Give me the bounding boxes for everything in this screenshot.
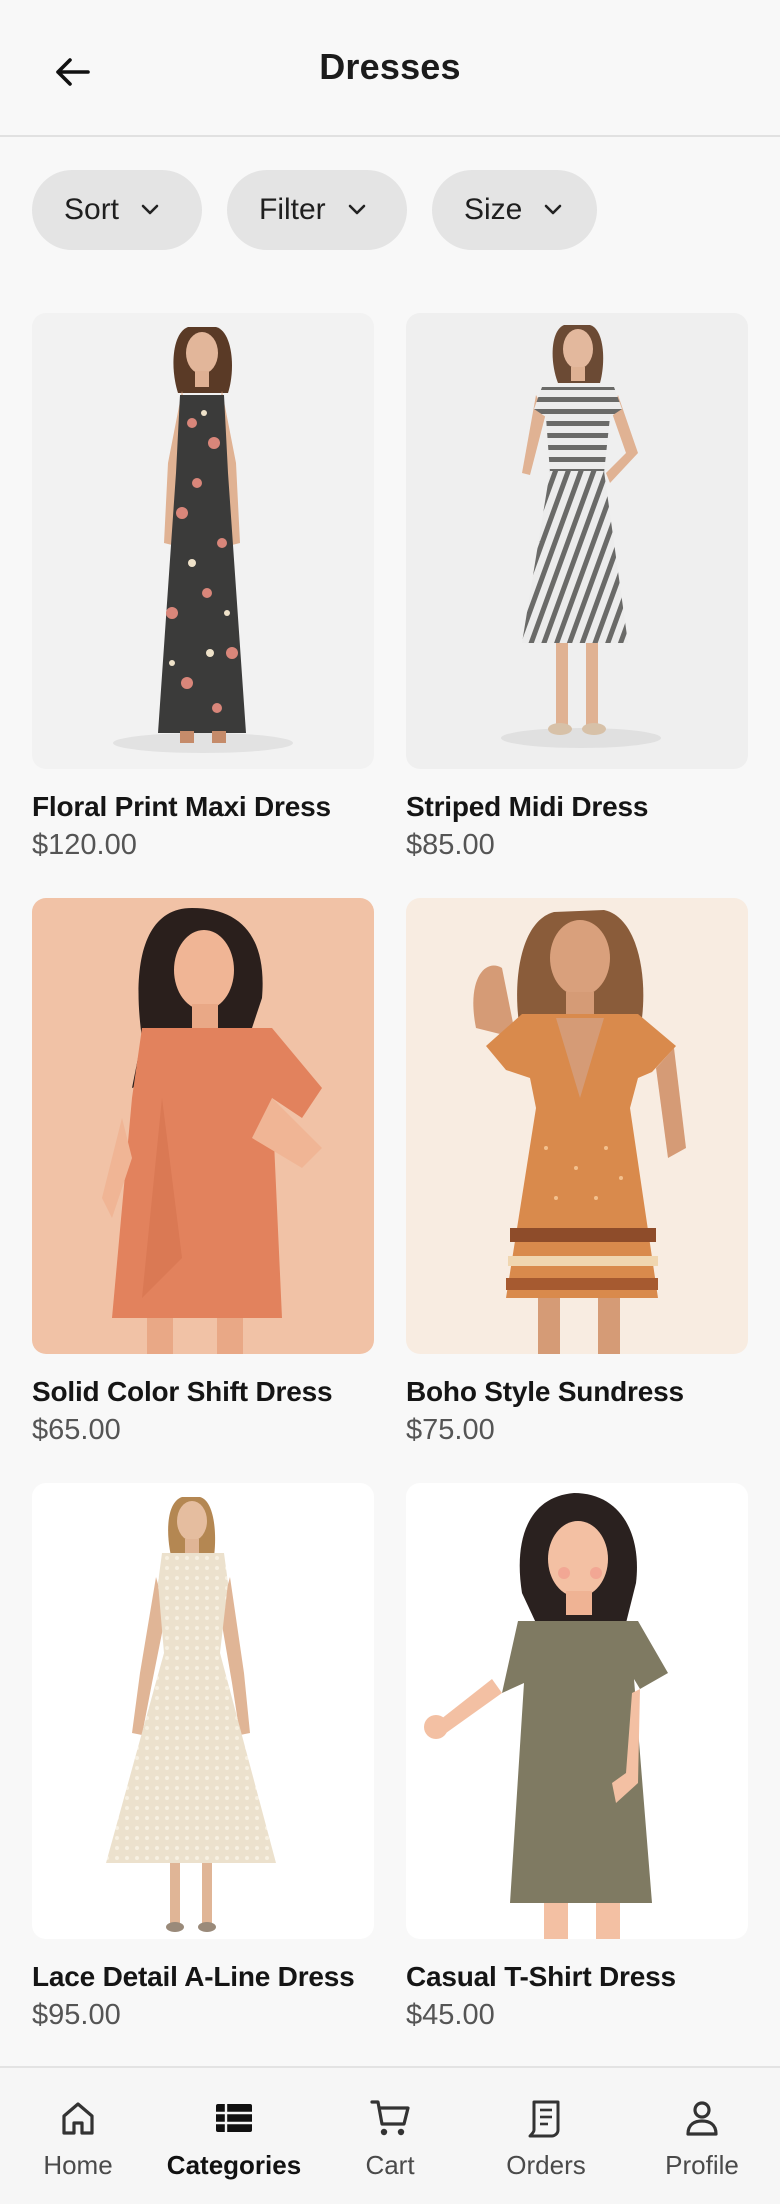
product-card[interactable]: Solid Color Shift Dress $65.00 [32,898,374,1447]
nav-profile[interactable]: Profile [624,2068,780,2204]
product-card[interactable]: Boho Style Sundress $75.00 [406,898,748,1447]
chevron-down-icon [545,204,562,215]
product-card[interactable]: Casual T-Shirt Dress $45.00 [406,1483,748,2032]
product-card[interactable]: Floral Print Maxi Dress $120.00 [32,313,374,862]
product-image[interactable] [406,898,748,1354]
size-chip-label: Size [464,193,523,226]
product-name: Lace Detail A-Line Dress [32,1961,355,1992]
nav-home[interactable]: Home [0,2068,156,2204]
sort-chip-label: Sort [64,193,120,226]
product-name: Boho Style Sundress [406,1376,684,1407]
product-grid: Floral Print Maxi Dress $120.00 Striped … [32,313,748,2032]
product-image[interactable] [32,898,374,1354]
cart-icon [370,2100,410,2136]
chevron-down-icon [348,204,365,215]
product-image[interactable] [32,1483,374,1939]
nav-home-label: Home [43,2150,113,2180]
product-price: $95.00 [32,1999,121,2031]
product-price: $75.00 [406,1414,495,1446]
product-price: $45.00 [406,1999,495,2031]
app-bar: Dresses [0,0,780,137]
list-grid-icon [216,2104,252,2132]
product-name: Casual T-Shirt Dress [406,1961,676,1992]
product-card[interactable]: Striped Midi Dress $85.00 [406,313,748,862]
nav-categories[interactable]: Categories [156,2068,312,2204]
sort-chip[interactable]: Sort [32,170,202,250]
nav-orders-label: Orders [506,2150,586,2180]
product-image[interactable] [406,313,748,769]
filter-chip[interactable]: Filter [227,170,407,250]
product-image[interactable] [32,313,374,769]
nav-cart-label: Cart [365,2150,415,2180]
product-price: $120.00 [32,829,137,861]
product-price: $65.00 [32,1414,121,1446]
nav-categories-label: Categories [166,2150,302,2180]
product-image[interactable] [406,1483,748,1939]
size-chip[interactable]: Size [432,170,597,250]
filter-chips: Sort Filter Size [32,170,597,250]
product-name: Floral Print Maxi Dress [32,791,331,822]
receipt-icon [528,2100,560,2138]
nav-cart[interactable]: Cart [312,2068,468,2204]
person-icon [686,2101,718,2136]
filter-chip-label: Filter [259,193,326,226]
bottom-navigation: Home Categories Cart Orders Profile [0,2066,780,2204]
product-card[interactable]: Lace Detail A-Line Dress $95.00 [32,1483,374,2032]
product-price: $85.00 [406,829,495,861]
nav-profile-label: Profile [665,2150,739,2180]
chevron-down-icon [141,204,159,215]
nav-orders[interactable]: Orders [468,2068,624,2204]
home-icon [62,2102,94,2135]
product-name: Striped Midi Dress [406,791,649,822]
product-name: Solid Color Shift Dress [32,1376,333,1407]
page-title: Dresses [319,46,461,87]
